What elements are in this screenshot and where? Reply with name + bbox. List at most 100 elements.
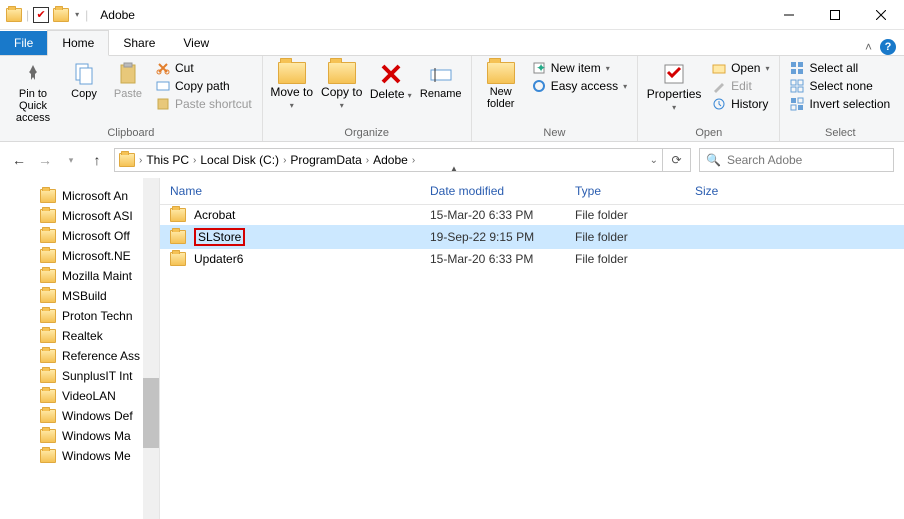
table-row[interactable]: Acrobat15-Mar-20 6:33 PMFile folder [160, 205, 904, 225]
rename-icon [429, 62, 453, 86]
pin-to-quick-access-button[interactable]: Pin to Quick access [6, 58, 60, 124]
tab-file[interactable]: File [0, 31, 47, 55]
nav-back-button[interactable]: ← [10, 152, 28, 168]
copy-button[interactable]: Copy [64, 58, 104, 100]
address-bar[interactable]: › This PC › Local Disk (C:)› ProgramData›… [114, 148, 663, 172]
file-list: Name Date modified Type Size Acrobat15-M… [160, 178, 904, 519]
column-size[interactable]: Size [685, 184, 785, 198]
delete-label: Delete [370, 87, 405, 101]
tree-item[interactable]: Mozilla Maint [0, 266, 159, 286]
search-box[interactable]: 🔍 Search Adobe [699, 148, 894, 172]
easy-access-button[interactable]: Easy access ▾ [528, 78, 631, 94]
folder-icon [40, 229, 56, 243]
tree-item-label: Microsoft Off [62, 229, 130, 243]
tree-item[interactable]: Realtek [0, 326, 159, 346]
nav-up-button[interactable]: ↑ [88, 152, 106, 168]
refresh-button[interactable]: ⟳ [663, 148, 691, 172]
paste-button[interactable]: Paste [108, 58, 148, 100]
history-button[interactable]: History [708, 96, 773, 112]
delete-button[interactable]: Delete ▾ [369, 58, 413, 101]
file-type: File folder [565, 208, 685, 222]
maximize-button[interactable] [812, 0, 858, 30]
tab-share[interactable]: Share [109, 31, 169, 55]
collapse-ribbon-chevron-icon[interactable]: ˄ [865, 40, 872, 54]
copy-path-button[interactable]: Copy path [152, 78, 256, 94]
tree-item[interactable]: Windows Ma [0, 426, 159, 446]
tree-item-label: Windows Ma [62, 429, 131, 443]
tree-item[interactable]: Microsoft.NE [0, 246, 159, 266]
column-date[interactable]: Date modified [420, 184, 565, 198]
main-area: Microsoft An Microsoft ASI Microsoft Off Mi… [0, 178, 904, 519]
tree-item[interactable]: MSBuild [0, 286, 159, 306]
tab-home[interactable]: Home [47, 30, 109, 56]
folder-icon [40, 429, 56, 443]
qat-properties-checkbox[interactable]: ✔ [33, 7, 49, 23]
select-none-button[interactable]: Select none [786, 78, 894, 94]
new-item-button[interactable]: ✦New item ▾ [528, 60, 631, 76]
breadcrumb[interactable]: ProgramData› [290, 153, 369, 167]
close-button[interactable] [858, 0, 904, 30]
breadcrumb[interactable]: This PC › [146, 153, 196, 167]
breadcrumb[interactable]: Local Disk (C:)› [200, 153, 286, 167]
open-button[interactable]: Open ▾ [708, 60, 773, 76]
cut-icon [156, 61, 170, 75]
chevron-right-icon[interactable]: › [283, 155, 286, 166]
help-icon[interactable]: ? [880, 39, 896, 55]
edit-icon [712, 79, 726, 93]
history-label: History [731, 97, 768, 111]
cut-button[interactable]: Cut [152, 60, 256, 76]
tab-view[interactable]: View [169, 31, 223, 55]
tree-scrollbar[interactable] [143, 178, 159, 519]
column-name[interactable]: Name [160, 184, 420, 198]
tree-item[interactable]: Proton Techn [0, 306, 159, 326]
column-type[interactable]: Type [565, 184, 685, 198]
breadcrumb-label: Adobe [373, 153, 408, 167]
new-folder-button[interactable]: New folder [478, 58, 524, 110]
chevron-right-icon[interactable]: › [139, 155, 142, 166]
address-dropdown-chevron-icon[interactable]: ⌄ [650, 155, 658, 166]
tree-item[interactable]: Windows Me [0, 446, 159, 466]
breadcrumb[interactable]: Adobe › [373, 153, 415, 167]
nav-recent-chevron-icon[interactable]: ▾ [62, 155, 80, 166]
rename-button[interactable]: Rename [417, 58, 465, 100]
paste-icon [116, 62, 140, 86]
chevron-down-icon: ▾ [623, 82, 627, 91]
qat-separator: | [85, 8, 88, 22]
navigation-tree[interactable]: Microsoft An Microsoft ASI Microsoft Off Mi… [0, 178, 160, 519]
chevron-right-icon[interactable]: › [193, 155, 196, 166]
new-item-label: New item [551, 61, 601, 75]
tree-item-label: Microsoft An [62, 189, 128, 203]
path-icon [156, 79, 170, 93]
chevron-right-icon[interactable]: › [366, 155, 369, 166]
qat-customize-chevron-icon[interactable]: ▾ [73, 10, 81, 19]
minimize-button[interactable] [766, 0, 812, 30]
chevron-down-icon: ▾ [606, 64, 610, 73]
paste-shortcut-button[interactable]: Paste shortcut [152, 96, 256, 112]
folder-icon [40, 409, 56, 423]
edit-button[interactable]: Edit [708, 78, 773, 94]
tree-item[interactable]: Windows Def [0, 406, 159, 426]
pin-label: Pin to Quick access [6, 88, 60, 124]
tree-item[interactable]: Microsoft ASI [0, 206, 159, 226]
highlighted-name: SLStore [194, 228, 245, 246]
tree-item[interactable]: Microsoft An [0, 186, 159, 206]
quick-access-toolbar: | ✔ ▾ | [0, 7, 94, 23]
chevron-down-icon: ▾ [672, 103, 676, 112]
move-to-button[interactable]: Move to ▾ [269, 58, 315, 111]
shortcut-icon [156, 97, 170, 111]
nav-forward-button[interactable]: → [36, 152, 54, 168]
table-row[interactable]: Updater615-Mar-20 6:33 PMFile folder [160, 249, 904, 269]
copy-to-button[interactable]: Copy to ▾ [319, 58, 365, 111]
chevron-right-icon[interactable]: › [412, 155, 415, 166]
tree-item[interactable]: SunplusIT Int [0, 366, 159, 386]
select-all-button[interactable]: Select all [786, 60, 894, 76]
invert-label: Invert selection [809, 97, 890, 111]
tree-item[interactable]: Microsoft Off [0, 226, 159, 246]
tree-item[interactable]: VideoLAN [0, 386, 159, 406]
tree-item[interactable]: Reference Ass [0, 346, 159, 366]
breadcrumb-label: This PC [146, 153, 189, 167]
tree-scrollbar-thumb[interactable] [143, 378, 159, 448]
table-row[interactable]: SLStore19-Sep-22 9:15 PMFile folder [160, 225, 904, 249]
invert-selection-button[interactable]: Invert selection [786, 96, 894, 112]
properties-button[interactable]: Properties ▾ [644, 58, 704, 113]
